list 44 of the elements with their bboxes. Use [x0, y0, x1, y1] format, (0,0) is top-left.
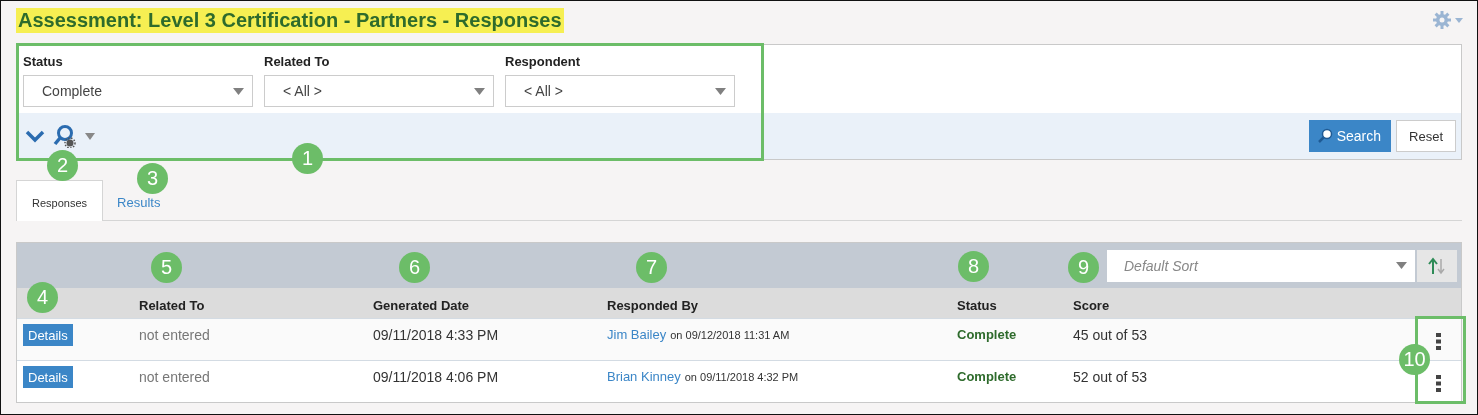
table-cell-text: not entered — [139, 368, 211, 385]
table-cell-text: not entered — [139, 326, 211, 343]
column-header: Status — [957, 296, 998, 313]
column-header: Score — [1073, 296, 1111, 313]
response-date: on 09/11/2018 4:32 PM — [684, 371, 799, 383]
status-text: Complete — [957, 368, 1018, 384]
table-cell-text: 09/11/2018 4:33 PM — [373, 326, 500, 343]
caret-icon — [233, 87, 244, 95]
table-cell-text: 09/11/2018 4:06 PM — [373, 368, 500, 385]
respondent-link[interactable]: Brian Kinney — [607, 369, 681, 384]
caret-icon[interactable] — [85, 132, 95, 140]
table-cell-text: 52 out of 53 — [1073, 368, 1148, 385]
column-header: Responded By — [607, 296, 699, 313]
field-label: Related To — [264, 54, 331, 69]
details-button[interactable]: Details — [23, 366, 73, 388]
tab[interactable]: Responses — [16, 180, 104, 221]
caret-icon — [1396, 262, 1407, 269]
column-header: Generated Date — [373, 296, 471, 313]
chevron-down-icon[interactable] — [25, 129, 45, 143]
caret-icon — [474, 87, 485, 95]
respondent-link[interactable]: Jim Bailey — [607, 327, 667, 342]
more-options-icon[interactable] — [1435, 375, 1441, 392]
field-label: Respondent — [505, 54, 582, 69]
more-options-icon[interactable] — [1435, 333, 1441, 350]
column-header: Related To — [139, 296, 206, 313]
sort-arrows-icon — [1428, 256, 1446, 275]
caret-icon — [715, 87, 726, 95]
dropdown-field[interactable]: Complete — [23, 75, 253, 107]
response-date: on 09/12/2018 11:31 AM — [670, 329, 790, 341]
page-title: Assessment: Level 3 Certification - Partners - Responses — [16, 7, 564, 33]
sort-direction-button[interactable] — [1417, 249, 1457, 282]
search-settings-icon[interactable] — [53, 124, 77, 148]
sort-dropdown[interactable]: Default Sort — [1107, 249, 1415, 282]
callout-number: 1 — [292, 143, 323, 174]
dropdown-field[interactable]: < All > — [264, 75, 494, 107]
callout-number: 3 — [137, 163, 168, 194]
status-text: Complete — [957, 326, 1018, 342]
reset-button[interactable]: Reset — [1396, 120, 1456, 152]
search-icon — [1316, 128, 1333, 144]
details-button[interactable]: Details — [23, 324, 73, 346]
search-button[interactable]: Search — [1308, 120, 1392, 152]
dropdown-field[interactable]: < All > — [505, 75, 735, 107]
field-label: Status — [23, 54, 64, 69]
table-cell-text: 45 out of 53 — [1073, 326, 1148, 343]
